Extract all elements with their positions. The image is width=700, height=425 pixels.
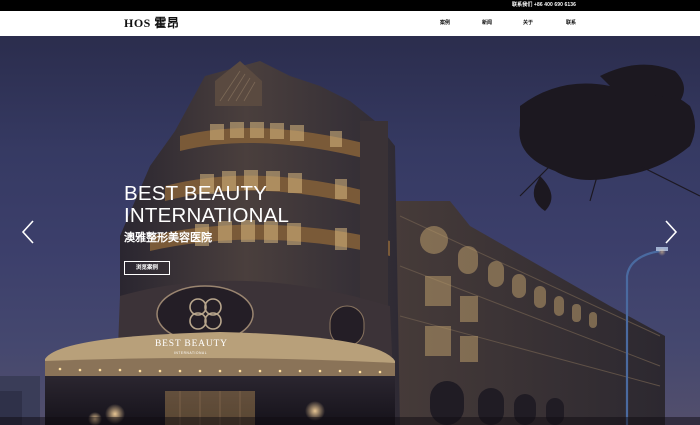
- building-sign-sub: INTERNATIONAL: [174, 351, 207, 355]
- chevron-left-icon: [21, 220, 34, 244]
- top-bar: 联系我们 +86 400 690 6136: [0, 0, 700, 11]
- site-logo[interactable]: HOS 霍昂: [124, 15, 179, 31]
- nav-item-about[interactable]: 关于: [523, 18, 533, 28]
- hero-slider: BEST BEAUTY INTERNATIONAL BEST BEAUTY IN…: [0, 36, 700, 425]
- browse-cases-button[interactable]: 浏览案例: [124, 261, 170, 275]
- hero-title: BEST BEAUTY INTERNATIONAL: [124, 182, 290, 227]
- navbar: HOS 霍昂 案例 新闻 关于 联系: [0, 11, 700, 36]
- building-sign: BEST BEAUTY: [155, 339, 228, 349]
- nav-item-cases[interactable]: 案例: [440, 18, 450, 28]
- hero-background-image: BEST BEAUTY INTERNATIONAL: [0, 61, 700, 425]
- nav-item-contact[interactable]: 联系: [566, 18, 576, 28]
- nav-item-news[interactable]: 新闻: [482, 18, 492, 28]
- hero-subtitle: 澳雅整形美容医院: [124, 232, 212, 244]
- slider-next-button[interactable]: [660, 219, 680, 244]
- slider-prev-button[interactable]: [19, 219, 39, 244]
- contact-phone: 联系我们 +86 400 690 6136: [512, 2, 576, 8]
- chevron-right-icon: [665, 220, 678, 244]
